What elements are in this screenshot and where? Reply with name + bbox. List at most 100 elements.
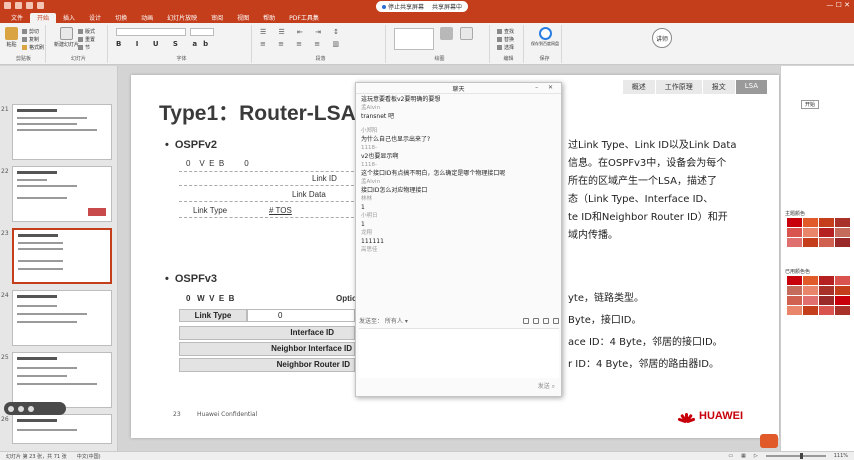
- recent-colors-label: 已用颜色色: [785, 269, 811, 275]
- file-icon[interactable]: [543, 317, 549, 324]
- thumb-number: 23: [1, 230, 9, 237]
- slide-thumbnail[interactable]: [12, 352, 112, 408]
- save-group: 保存到百度网盘 保存: [528, 25, 562, 63]
- tab-view[interactable]: 视图: [230, 13, 256, 23]
- tab-transitions[interactable]: 切换: [108, 13, 134, 23]
- slide-thumbnail[interactable]: [12, 414, 112, 444]
- tab-animations[interactable]: 动画: [134, 13, 160, 23]
- mic-icon[interactable]: [8, 405, 14, 412]
- notes-icon[interactable]: ▭: [728, 453, 733, 459]
- zoom-knob[interactable]: [799, 453, 803, 459]
- tab-review[interactable]: 审阅: [204, 13, 230, 23]
- nav-tab-overview[interactable]: 概述: [622, 80, 655, 94]
- chat-input[interactable]: [359, 328, 559, 378]
- tab-insert[interactable]: 插入: [56, 13, 82, 23]
- chat-sender: 小郑阳: [361, 128, 378, 134]
- share-icon[interactable]: [28, 405, 34, 412]
- section-button[interactable]: 节: [78, 44, 90, 51]
- v3-neighbor-router-id: Neighbor Router ID: [179, 358, 355, 372]
- nav-tab-packet[interactable]: 报文: [702, 80, 735, 94]
- chat-window-controls[interactable]: – ✕: [535, 84, 557, 91]
- tab-slideshow[interactable]: 幻灯片放映: [160, 13, 204, 23]
- bullet-ospfv2: OSPFv2: [165, 139, 217, 151]
- image-icon[interactable]: [533, 317, 539, 324]
- nav-tab-principle[interactable]: 工作原理: [655, 80, 702, 94]
- redo-icon[interactable]: [26, 2, 33, 9]
- tab-pdf-tools[interactable]: PDF工具集: [282, 13, 326, 23]
- zoom-level[interactable]: 111%: [834, 453, 848, 459]
- theme-color-grid[interactable]: [787, 218, 850, 247]
- select-button[interactable]: 选择: [497, 44, 514, 51]
- search-icon: [497, 29, 502, 34]
- slide-number: 23: [173, 411, 181, 418]
- save-to-cloud-button[interactable]: 保存到百度网盘: [531, 27, 559, 47]
- language[interactable]: 中文(中国): [77, 453, 101, 460]
- zoom-slider[interactable]: [765, 453, 826, 459]
- thumb-number: 22: [1, 168, 9, 175]
- open-panel-button[interactable]: 开始: [801, 100, 819, 109]
- window-controls[interactable]: — ☐ ✕: [826, 1, 850, 9]
- tab-file[interactable]: 文件: [4, 13, 30, 23]
- layout-button[interactable]: 版式: [78, 28, 95, 35]
- font-style-buttons[interactable]: B I U S ab: [116, 40, 214, 48]
- slide-thumbnail[interactable]: [12, 104, 112, 160]
- chat-message-text: 为什么自己也显示出来了?: [361, 136, 431, 143]
- slide-thumbnail-selected[interactable]: [12, 228, 112, 284]
- stop-share-button[interactable]: 停止共享屏幕: [382, 2, 424, 11]
- font-name-select[interactable]: [116, 28, 186, 36]
- tab-design[interactable]: 设计: [82, 13, 108, 23]
- tab-help[interactable]: 帮助: [256, 13, 282, 23]
- chat-recipient-bar[interactable]: 发送至： 所有人 ▾: [359, 315, 559, 326]
- thumb-number: 26: [1, 416, 9, 423]
- format-painter-button[interactable]: 格式刷: [22, 44, 44, 51]
- select-icon: [497, 45, 502, 50]
- new-slide-icon: [60, 27, 73, 40]
- undo-icon[interactable]: [15, 2, 22, 9]
- share-status-icon: [382, 5, 386, 9]
- present-icon[interactable]: [37, 2, 44, 9]
- v3-neighbor-interface-id: Neighbor Interface ID: [179, 342, 355, 356]
- description-text: 过Link Type、Link ID以及Link Data 信息。在OSPFv3…: [568, 140, 737, 241]
- slide-thumbnail[interactable]: [12, 290, 112, 346]
- save-icon[interactable]: [4, 2, 11, 9]
- more-icon[interactable]: [553, 317, 559, 324]
- copy-button[interactable]: 复制: [22, 36, 39, 43]
- recent-color-grid[interactable]: [787, 276, 850, 315]
- chat-sender: 孟Alvin: [361, 105, 381, 111]
- divider: [179, 171, 359, 172]
- camera-icon[interactable]: [18, 405, 24, 412]
- presenter-avatar[interactable]: 讲师: [652, 28, 672, 48]
- floating-app-button[interactable]: [760, 434, 778, 448]
- v2-link-type: Link Type: [193, 206, 228, 215]
- replace-button[interactable]: 替换: [497, 36, 514, 43]
- slideshow-view-icon[interactable]: ▷: [754, 453, 758, 459]
- slide-thumbnail[interactable]: [12, 166, 112, 222]
- chat-messages[interactable]: 這玩意要看板v2要明确的要想 孟Alvin transnet 吧 小郑阳 为什么…: [359, 95, 559, 313]
- arrange-button[interactable]: [440, 27, 453, 41]
- reset-button[interactable]: 重置: [78, 36, 95, 43]
- scissors-icon: [22, 29, 27, 34]
- thumb-number: 24: [1, 292, 9, 299]
- v2-link-id: Link ID: [312, 174, 337, 183]
- chat-message-text: 1: [361, 204, 365, 211]
- paste-button[interactable]: 粘贴: [5, 27, 18, 48]
- shapes-gallery[interactable]: [394, 28, 434, 50]
- slides-group: 新建幻灯片 版式 重置 节 幻灯片: [50, 25, 108, 63]
- chat-header[interactable]: 聊天 – ✕: [356, 83, 561, 94]
- emoji-icon[interactable]: [523, 317, 529, 324]
- quick-styles-button[interactable]: [460, 27, 473, 41]
- list-buttons[interactable]: ☰ ☰ ⇤ ⇥ ↕: [260, 28, 344, 36]
- font-size-select[interactable]: [190, 28, 214, 36]
- nav-tab-lsa[interactable]: LSA: [735, 80, 767, 94]
- align-buttons[interactable]: ≡ ≡ ≡ ≡ ▥: [260, 40, 344, 48]
- chat-send-button[interactable]: 发送 ⌕: [538, 381, 555, 391]
- chat-message-text: 這玩意要看板v2要明确的要想: [361, 96, 441, 103]
- new-slide-button[interactable]: 新建幻灯片: [54, 27, 79, 48]
- recording-controls[interactable]: [4, 402, 66, 415]
- screen-share-pill[interactable]: 停止共享屏幕 共享屏幕中: [376, 1, 469, 12]
- cut-button[interactable]: 剪切: [22, 28, 39, 35]
- find-button[interactable]: 查找: [497, 28, 514, 35]
- normal-view-icon[interactable]: ▦: [741, 453, 746, 459]
- tab-home[interactable]: 开始: [30, 13, 57, 23]
- chat-recipient-select[interactable]: 发送至： 所有人 ▾: [359, 316, 408, 325]
